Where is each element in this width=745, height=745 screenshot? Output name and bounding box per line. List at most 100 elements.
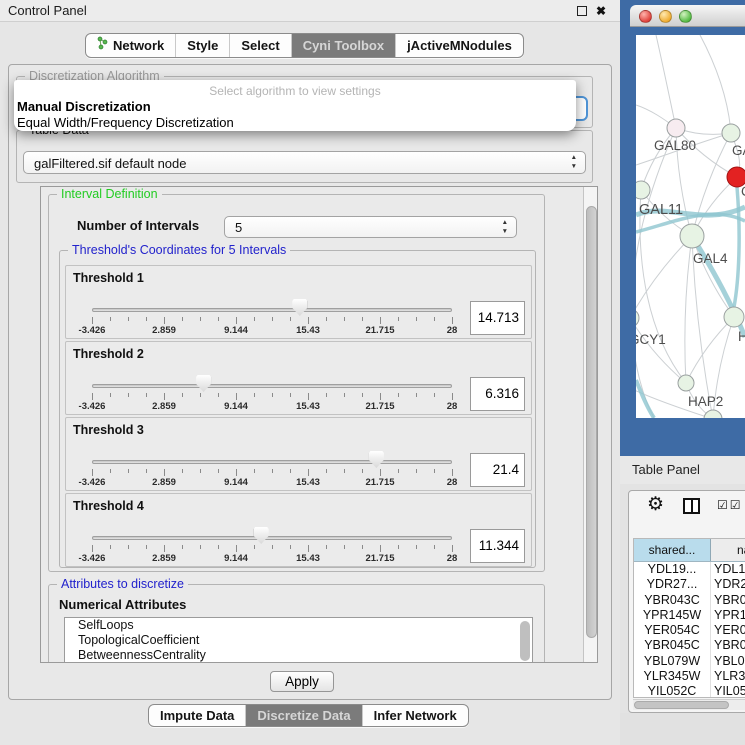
cell-name[interactable]: YIL052C: [711, 684, 745, 698]
minimize-window-icon[interactable]: [659, 10, 672, 23]
slider-track[interactable]: [92, 308, 452, 312]
algorithm-dropdown-popup: Select algorithm to view settings Manual…: [14, 80, 576, 131]
list-item-selfloops[interactable]: SelfLoops: [65, 618, 532, 633]
tab-impute-data[interactable]: Impute Data: [149, 705, 245, 726]
slider-thumb[interactable]: [292, 299, 307, 316]
cell-name[interactable]: YBR045C: [711, 638, 745, 653]
table-row[interactable]: YBR045CYBR045C: [634, 638, 745, 653]
slider-thumb[interactable]: [196, 375, 211, 392]
threshold-value-field[interactable]: 14.713: [470, 301, 525, 335]
split-columns-icon[interactable]: [683, 498, 700, 514]
cell-name[interactable]: YBL079W: [711, 654, 745, 669]
slider-track[interactable]: [92, 460, 452, 464]
scrollbar-thumb[interactable]: [634, 701, 729, 709]
cell-shared-name[interactable]: YBR043C: [634, 593, 711, 608]
apply-button[interactable]: Apply: [270, 671, 334, 692]
table-row[interactable]: YIL052CYIL052C: [634, 684, 745, 698]
tab-label: jActiveMNodules: [407, 34, 512, 57]
list-scrollbar[interactable]: [520, 621, 530, 661]
slider-tick: [236, 317, 237, 324]
cell-shared-name[interactable]: YER054C: [634, 623, 711, 638]
table-row[interactable]: YPR145WYPR145W: [634, 608, 745, 623]
threshold-block: Threshold 4 11.344 -3.4262.8599.14415.43…: [65, 493, 532, 567]
column-header-name[interactable]: name: [711, 539, 745, 561]
cell-name[interactable]: YBR043C: [711, 593, 745, 608]
list-item-topologicalcoefficient[interactable]: TopologicalCoefficient: [65, 633, 532, 648]
slider-tick: [272, 545, 273, 549]
table-row[interactable]: YDL19...YDL19...: [634, 562, 745, 577]
table-row[interactable]: YBR043CYBR043C: [634, 593, 745, 608]
select-columns-checkboxes-icon[interactable]: ☑☑: [717, 498, 743, 512]
number-of-intervals-combobox[interactable]: 5 ▲▼: [224, 216, 517, 238]
slider-tick: [110, 469, 111, 473]
zoom-window-icon[interactable]: [679, 10, 692, 23]
scrollbar-thumb[interactable]: [520, 621, 530, 661]
slider-tick-label: 2.859: [152, 553, 176, 564]
table-data-combobox[interactable]: galFiltered.sif default node ▲▼: [23, 151, 586, 174]
panel-footer-space: [620, 713, 745, 745]
settings-scroll-panel: Interval Definition Number of Intervals …: [40, 186, 598, 663]
cell-shared-name[interactable]: YLR345W: [634, 669, 711, 684]
tab-label: Discretize Data: [257, 705, 350, 726]
slider-tick-label: 2.859: [152, 477, 176, 488]
table-row[interactable]: YER054CYER054C: [634, 623, 745, 638]
tab-infer-network[interactable]: Infer Network: [362, 705, 468, 726]
cell-shared-name[interactable]: YIL052C: [634, 684, 711, 698]
threshold-value-field[interactable]: 6.316: [470, 377, 525, 411]
tab-style[interactable]: Style: [175, 34, 229, 57]
cell-name[interactable]: YER054C: [711, 623, 745, 638]
slider-tick: [434, 317, 435, 321]
slider-tick-label: -3.426: [79, 401, 106, 412]
cell-name[interactable]: YPR145W: [711, 608, 745, 623]
tab-cyni-toolbox[interactable]: Cyni Toolbox: [291, 34, 395, 57]
table-rows: YDL19...YDL19...YDR27...YDR27...YBR043CY…: [634, 562, 745, 698]
network-window-titlebar: [630, 5, 745, 27]
slider-thumb[interactable]: [254, 527, 269, 544]
tab-label: Impute Data: [160, 705, 234, 726]
cell-name[interactable]: YLR345W: [711, 669, 745, 684]
svg-text:HAP2: HAP2: [688, 394, 723, 409]
slider-tick: [344, 393, 345, 397]
cell-shared-name[interactable]: YDR27...: [634, 577, 711, 592]
control-panel-titlebar: Control Panel ✖: [0, 0, 620, 22]
list-item-betweennesscentrality[interactable]: BetweennessCentrality: [65, 648, 532, 663]
slider-tick: [452, 545, 453, 552]
table-row[interactable]: YBL079WYBL079W: [634, 654, 745, 669]
slider-tick: [110, 393, 111, 397]
slider-thumb[interactable]: [369, 451, 384, 468]
cell-name[interactable]: YDL19...: [711, 562, 745, 577]
slider-track[interactable]: [92, 384, 452, 388]
table-horizontal-scrollbar[interactable]: [633, 699, 745, 710]
tab-jactivemnodules[interactable]: jActiveMNodules: [395, 34, 523, 57]
dropdown-item-manual-discretization[interactable]: Manual Discretization: [17, 99, 151, 114]
threshold-value-field[interactable]: 21.4: [470, 453, 525, 487]
tab-network[interactable]: Network: [86, 34, 175, 57]
cell-shared-name[interactable]: YBL079W: [634, 654, 711, 669]
cell-shared-name[interactable]: YBR045C: [634, 638, 711, 653]
threshold-value-field[interactable]: 11.344: [470, 529, 525, 563]
svg-text:GAL80: GAL80: [654, 138, 696, 153]
float-window-icon[interactable]: [577, 6, 587, 16]
cell-shared-name[interactable]: YPR145W: [634, 608, 711, 623]
dropdown-item-equal-width-frequency[interactable]: Equal Width/Frequency Discretization: [17, 115, 234, 130]
slider-tick: [146, 393, 147, 397]
settings-gear-icon[interactable]: ⚙: [647, 493, 664, 516]
panel-vertical-scrollbar[interactable]: [583, 187, 598, 663]
column-header-shared-name[interactable]: shared...: [634, 539, 711, 561]
slider-tick-label: 9.144: [224, 553, 248, 564]
close-window-icon[interactable]: [639, 10, 652, 23]
scrollbar-thumb[interactable]: [586, 206, 597, 638]
tab-discretize-data[interactable]: Discretize Data: [245, 705, 361, 726]
cell-name[interactable]: YDR27...: [711, 577, 745, 592]
table-row[interactable]: YDR27...YDR27...: [634, 577, 745, 592]
numerical-attributes-list[interactable]: SelfLoopsTopologicalCoefficientBetweenne…: [64, 617, 533, 663]
slider-tick-label: 28: [447, 401, 458, 412]
slider-track[interactable]: [92, 536, 452, 540]
cell-shared-name[interactable]: YDL19...: [634, 562, 711, 577]
network-canvas[interactable]: GAL80GALCGAL11GAL4GCY1HHAP2: [636, 35, 745, 418]
tab-select[interactable]: Select: [229, 34, 290, 57]
table-row[interactable]: YLR345WYLR345W: [634, 669, 745, 684]
table-panel-title: Table Panel: [632, 456, 700, 484]
slider-tick: [362, 469, 363, 473]
close-panel-icon[interactable]: ✖: [596, 3, 606, 19]
